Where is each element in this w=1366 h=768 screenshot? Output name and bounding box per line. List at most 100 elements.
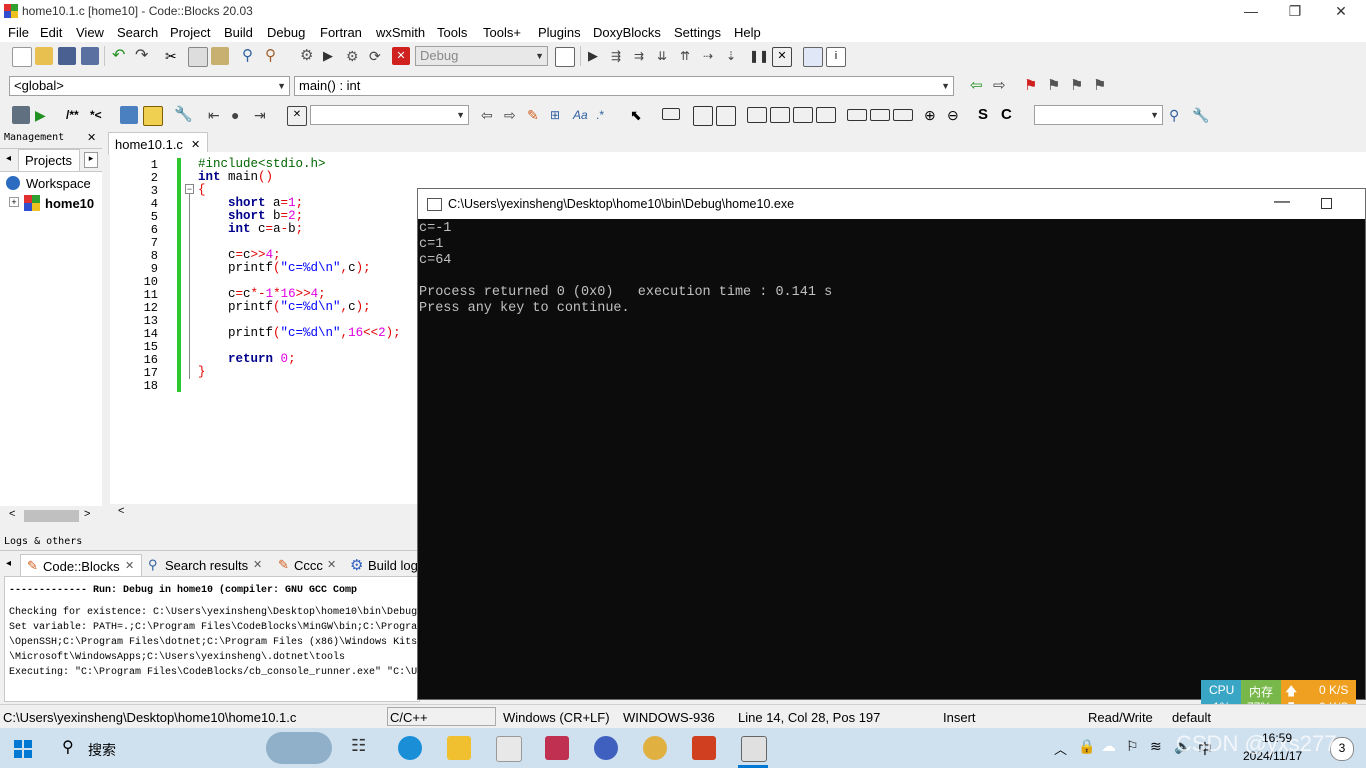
layout1-icon[interactable]	[747, 107, 767, 123]
jump-forward-icon[interactable]: ⇨	[993, 77, 1011, 95]
menu-tools-plus[interactable]: Tools+	[483, 25, 521, 40]
run-icon[interactable]: ▶	[323, 47, 341, 65]
incremental-search-input[interactable]: ▼	[310, 105, 469, 125]
abort-icon[interactable]: ✕	[392, 47, 410, 65]
zoom-in-icon[interactable]: ⊕	[924, 106, 942, 124]
jetbrains-icon[interactable]	[692, 736, 716, 760]
line-comment-icon[interactable]: *<	[90, 106, 108, 124]
new-file-icon[interactable]	[12, 47, 32, 67]
menu-debug[interactable]: Debug	[267, 25, 305, 40]
network-icon[interactable]: ⚐	[1126, 738, 1139, 755]
regex-icon[interactable]: .*	[596, 106, 614, 124]
tab-projects[interactable]: Projects	[18, 149, 80, 171]
doxy-config-icon[interactable]: 🔧	[174, 106, 193, 124]
undo-icon[interactable]: ↶	[112, 47, 130, 65]
paint-icon[interactable]	[643, 736, 667, 760]
bookmark-prev-icon[interactable]: ⚑	[1047, 77, 1065, 95]
layout2-icon[interactable]	[770, 107, 790, 123]
bookmark-toggle-icon[interactable]: ⚑	[1024, 77, 1042, 95]
menu-plugins[interactable]: Plugins	[538, 25, 581, 40]
menu-tools[interactable]: Tools	[437, 25, 467, 40]
s-icon[interactable]: S	[978, 106, 996, 124]
highlight-icon[interactable]: ✎	[527, 106, 545, 124]
pointer-icon[interactable]: ⬉	[630, 106, 648, 124]
logs-tab-cccc[interactable]: ✎ Cccc ✕	[272, 554, 342, 576]
console-window[interactable]: C:\Users\yexinsheng\Desktop\home10\bin\D…	[417, 188, 1366, 700]
c-icon[interactable]: C	[1001, 106, 1019, 124]
scope-select[interactable]: <global> ▼	[9, 76, 290, 96]
logs-tab-close-icon[interactable]: ✕	[125, 559, 134, 572]
logs-tab-search-results[interactable]: ⚲ Search results ✕	[142, 554, 267, 576]
save-icon[interactable]	[58, 47, 76, 65]
close-button[interactable]: ✕	[1318, 0, 1364, 22]
next-instruction-icon[interactable]: ⇢	[703, 47, 721, 65]
logs-tab-codeblocks[interactable]: ✎ Code::Blocks ✕	[20, 554, 142, 577]
logs-tab-scroll-left-icon[interactable]: ◂	[6, 558, 11, 569]
next-line-icon[interactable]: ⇉	[634, 47, 652, 65]
doxy-extract-icon[interactable]	[12, 106, 30, 124]
save-all-icon[interactable]	[81, 47, 99, 65]
box-a-icon[interactable]	[716, 106, 736, 126]
stop-debug-icon[interactable]: ✕	[772, 47, 792, 67]
paste-icon[interactable]	[211, 47, 229, 65]
taskbar-search-label[interactable]: 搜索	[88, 740, 116, 760]
info-icon[interactable]: i	[826, 47, 846, 67]
shape3-icon[interactable]	[893, 109, 913, 121]
menu-settings[interactable]: Settings	[674, 25, 721, 40]
doxy-run-icon[interactable]: ▶	[35, 106, 53, 124]
redo-icon[interactable]: ↷	[135, 47, 153, 65]
logs-tab-build-log[interactable]: ⚙ Build log	[346, 554, 418, 576]
zoom-out-icon[interactable]: ⊖	[947, 106, 965, 124]
start-windows-icon[interactable]	[14, 740, 32, 758]
store-icon[interactable]	[496, 736, 522, 762]
tray-overflow-icon[interactable]: ︿	[1054, 739, 1067, 758]
next-icon[interactable]: ⇥	[254, 106, 272, 124]
search-prev-icon[interactable]: ⇦	[481, 106, 499, 124]
fold-icon[interactable]: −	[185, 184, 194, 194]
edge-icon[interactable]	[398, 736, 422, 760]
copy-icon[interactable]	[188, 47, 208, 67]
restore-button[interactable]: ❐	[1272, 0, 1318, 22]
pause-icon[interactable]: ❚❚	[749, 47, 769, 65]
shape2-icon[interactable]	[870, 109, 890, 121]
rect-icon[interactable]	[662, 108, 680, 120]
layout3-icon[interactable]	[793, 107, 813, 123]
tree-project[interactable]: home10	[45, 196, 94, 211]
chm-doc-icon[interactable]	[143, 106, 163, 126]
editor-hscrollbar[interactable]: <	[110, 504, 417, 522]
editor-scroll-left-icon[interactable]: <	[118, 505, 124, 517]
bookmark-next-icon[interactable]: ⚑	[1070, 77, 1088, 95]
build-gear-icon[interactable]: ⚙	[300, 47, 318, 65]
step-instruction-icon[interactable]: ⇣	[726, 47, 744, 65]
box-icon[interactable]	[693, 106, 713, 126]
console-taskbar-icon[interactable]	[741, 736, 767, 762]
prev-icon[interactable]: ⇤	[208, 106, 226, 124]
tree-expand-icon[interactable]: +	[9, 197, 19, 207]
menu-edit[interactable]: Edit	[40, 25, 62, 40]
step-into-icon[interactable]: ⇊	[657, 47, 675, 65]
console-maximize-button[interactable]	[1321, 198, 1332, 209]
management-hscrollbar[interactable]: < >	[0, 506, 102, 526]
menu-help[interactable]: Help	[734, 25, 761, 40]
scroll-thumb[interactable]	[24, 510, 79, 522]
run-to-cursor-icon[interactable]: ⇶	[611, 47, 629, 65]
build-run-icon[interactable]: ⚙	[346, 47, 364, 65]
search-results-close-icon[interactable]: ✕	[253, 558, 262, 571]
console-minimize-button[interactable]: —	[1274, 193, 1290, 211]
marker-icon[interactable]: ●	[231, 106, 249, 124]
file-explorer-icon[interactable]	[447, 736, 471, 760]
settings-wrench-icon[interactable]: 🔧	[1192, 106, 1210, 124]
tab-scroll-right-icon[interactable]: ▸	[84, 152, 98, 168]
function-select[interactable]: main() : int ▼	[294, 76, 954, 96]
menu-fortran[interactable]: Fortran	[320, 25, 362, 40]
cut-icon[interactable]: ✂	[165, 47, 183, 65]
app-icon[interactable]	[594, 736, 618, 760]
task-view-icon[interactable]: ☷	[351, 736, 366, 756]
html-doc-icon[interactable]	[120, 106, 138, 124]
editor-tab-close-button[interactable]: ✕	[191, 138, 200, 151]
find-icon[interactable]: ⚲	[242, 47, 260, 65]
menu-project[interactable]: Project	[170, 25, 210, 40]
step-out-icon[interactable]: ⇈	[680, 47, 698, 65]
bookmark-clear-icon[interactable]: ⚑	[1093, 77, 1111, 95]
menu-file[interactable]: File	[8, 25, 29, 40]
